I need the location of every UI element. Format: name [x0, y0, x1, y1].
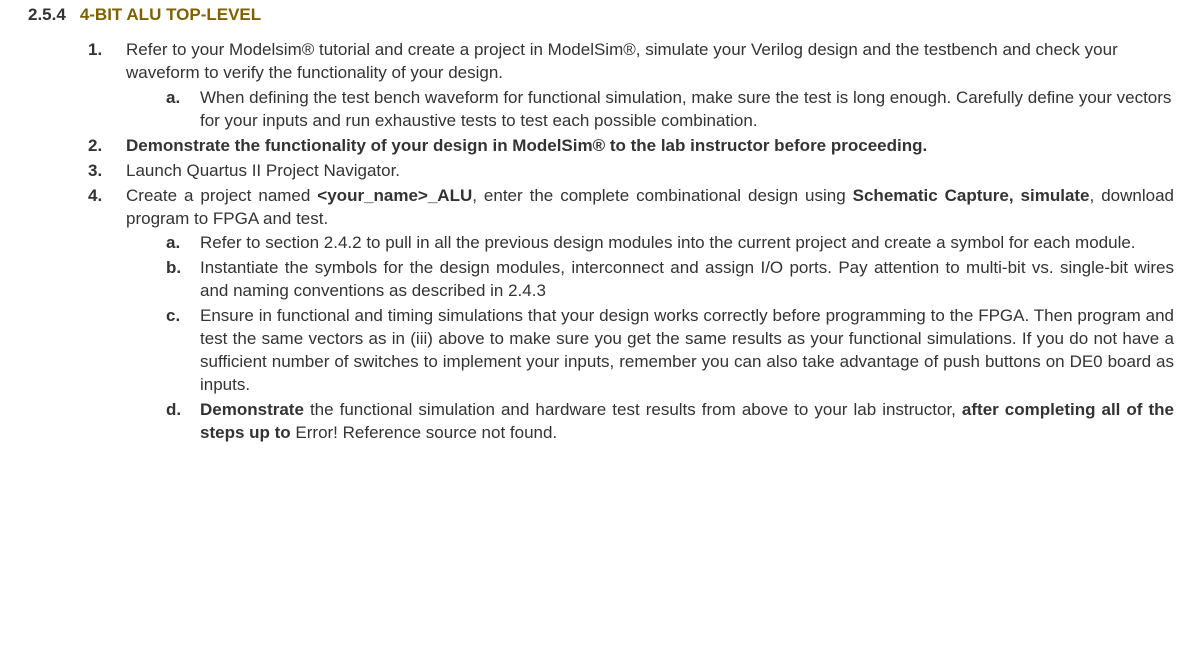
item-number: a.: [166, 87, 180, 110]
instruction-list: 1. Refer to your Modelsim® tutorial and …: [88, 39, 1174, 445]
list-item-3: 3. Launch Quartus II Project Navigator.: [88, 160, 1174, 183]
item-number: b.: [166, 257, 181, 280]
item-number: c.: [166, 305, 180, 328]
list-item-2: 2. Demonstrate the functionality of your…: [88, 135, 1174, 158]
list-item-4a: a. Refer to section 2.4.2 to pull in all…: [166, 232, 1174, 255]
item-text: Demonstrate the functionality of your de…: [126, 136, 927, 155]
item-number: 2.: [88, 135, 102, 158]
item-text: Create a project named <your_name>_ALU, …: [126, 186, 1174, 228]
bold-text: Demonstrate: [200, 400, 304, 419]
item-number: 4.: [88, 185, 102, 208]
text-fragment: the functional simulation and hardware t…: [304, 400, 962, 419]
item-text: Ensure in functional and timing simulati…: [200, 306, 1174, 394]
list-item-4: 4. Create a project named <your_name>_AL…: [88, 185, 1174, 445]
sub-list: a. Refer to section 2.4.2 to pull in all…: [166, 232, 1174, 444]
list-item-4c: c. Ensure in functional and timing simul…: [166, 305, 1174, 397]
bold-text: Schematic Capture, simulate: [853, 186, 1090, 205]
item-number: a.: [166, 232, 180, 255]
item-number: d.: [166, 399, 181, 422]
section-header: 2.5.4 4-BIT ALU TOP-LEVEL: [28, 4, 1174, 27]
section-title: 4-BIT ALU TOP-LEVEL: [80, 4, 261, 27]
item-number: 3.: [88, 160, 102, 183]
item-number: 1.: [88, 39, 102, 62]
item-text: Launch Quartus II Project Navigator.: [126, 161, 400, 180]
sub-list: a. When defining the test bench waveform…: [166, 87, 1174, 133]
section-number: 2.5.4: [28, 4, 66, 27]
list-item-4d: d. Demonstrate the functional simulation…: [166, 399, 1174, 445]
error-reference: Error! Reference source not found.: [295, 423, 557, 442]
list-item-1: 1. Refer to your Modelsim® tutorial and …: [88, 39, 1174, 133]
text-fragment: Create a project named: [126, 186, 317, 205]
item-text: Refer to section 2.4.2 to pull in all th…: [200, 233, 1136, 252]
project-name-placeholder: <your_name>_ALU: [317, 186, 472, 205]
item-text: Demonstrate the functional simulation an…: [200, 400, 1174, 442]
list-item-4b: b. Instantiate the symbols for the desig…: [166, 257, 1174, 303]
item-text: Refer to your Modelsim® tutorial and cre…: [126, 40, 1118, 82]
item-text: Instantiate the symbols for the design m…: [200, 258, 1174, 300]
text-fragment: , enter the complete combinational desig…: [472, 186, 852, 205]
item-text: When defining the test bench waveform fo…: [200, 88, 1171, 130]
list-item-1a: a. When defining the test bench waveform…: [166, 87, 1174, 133]
